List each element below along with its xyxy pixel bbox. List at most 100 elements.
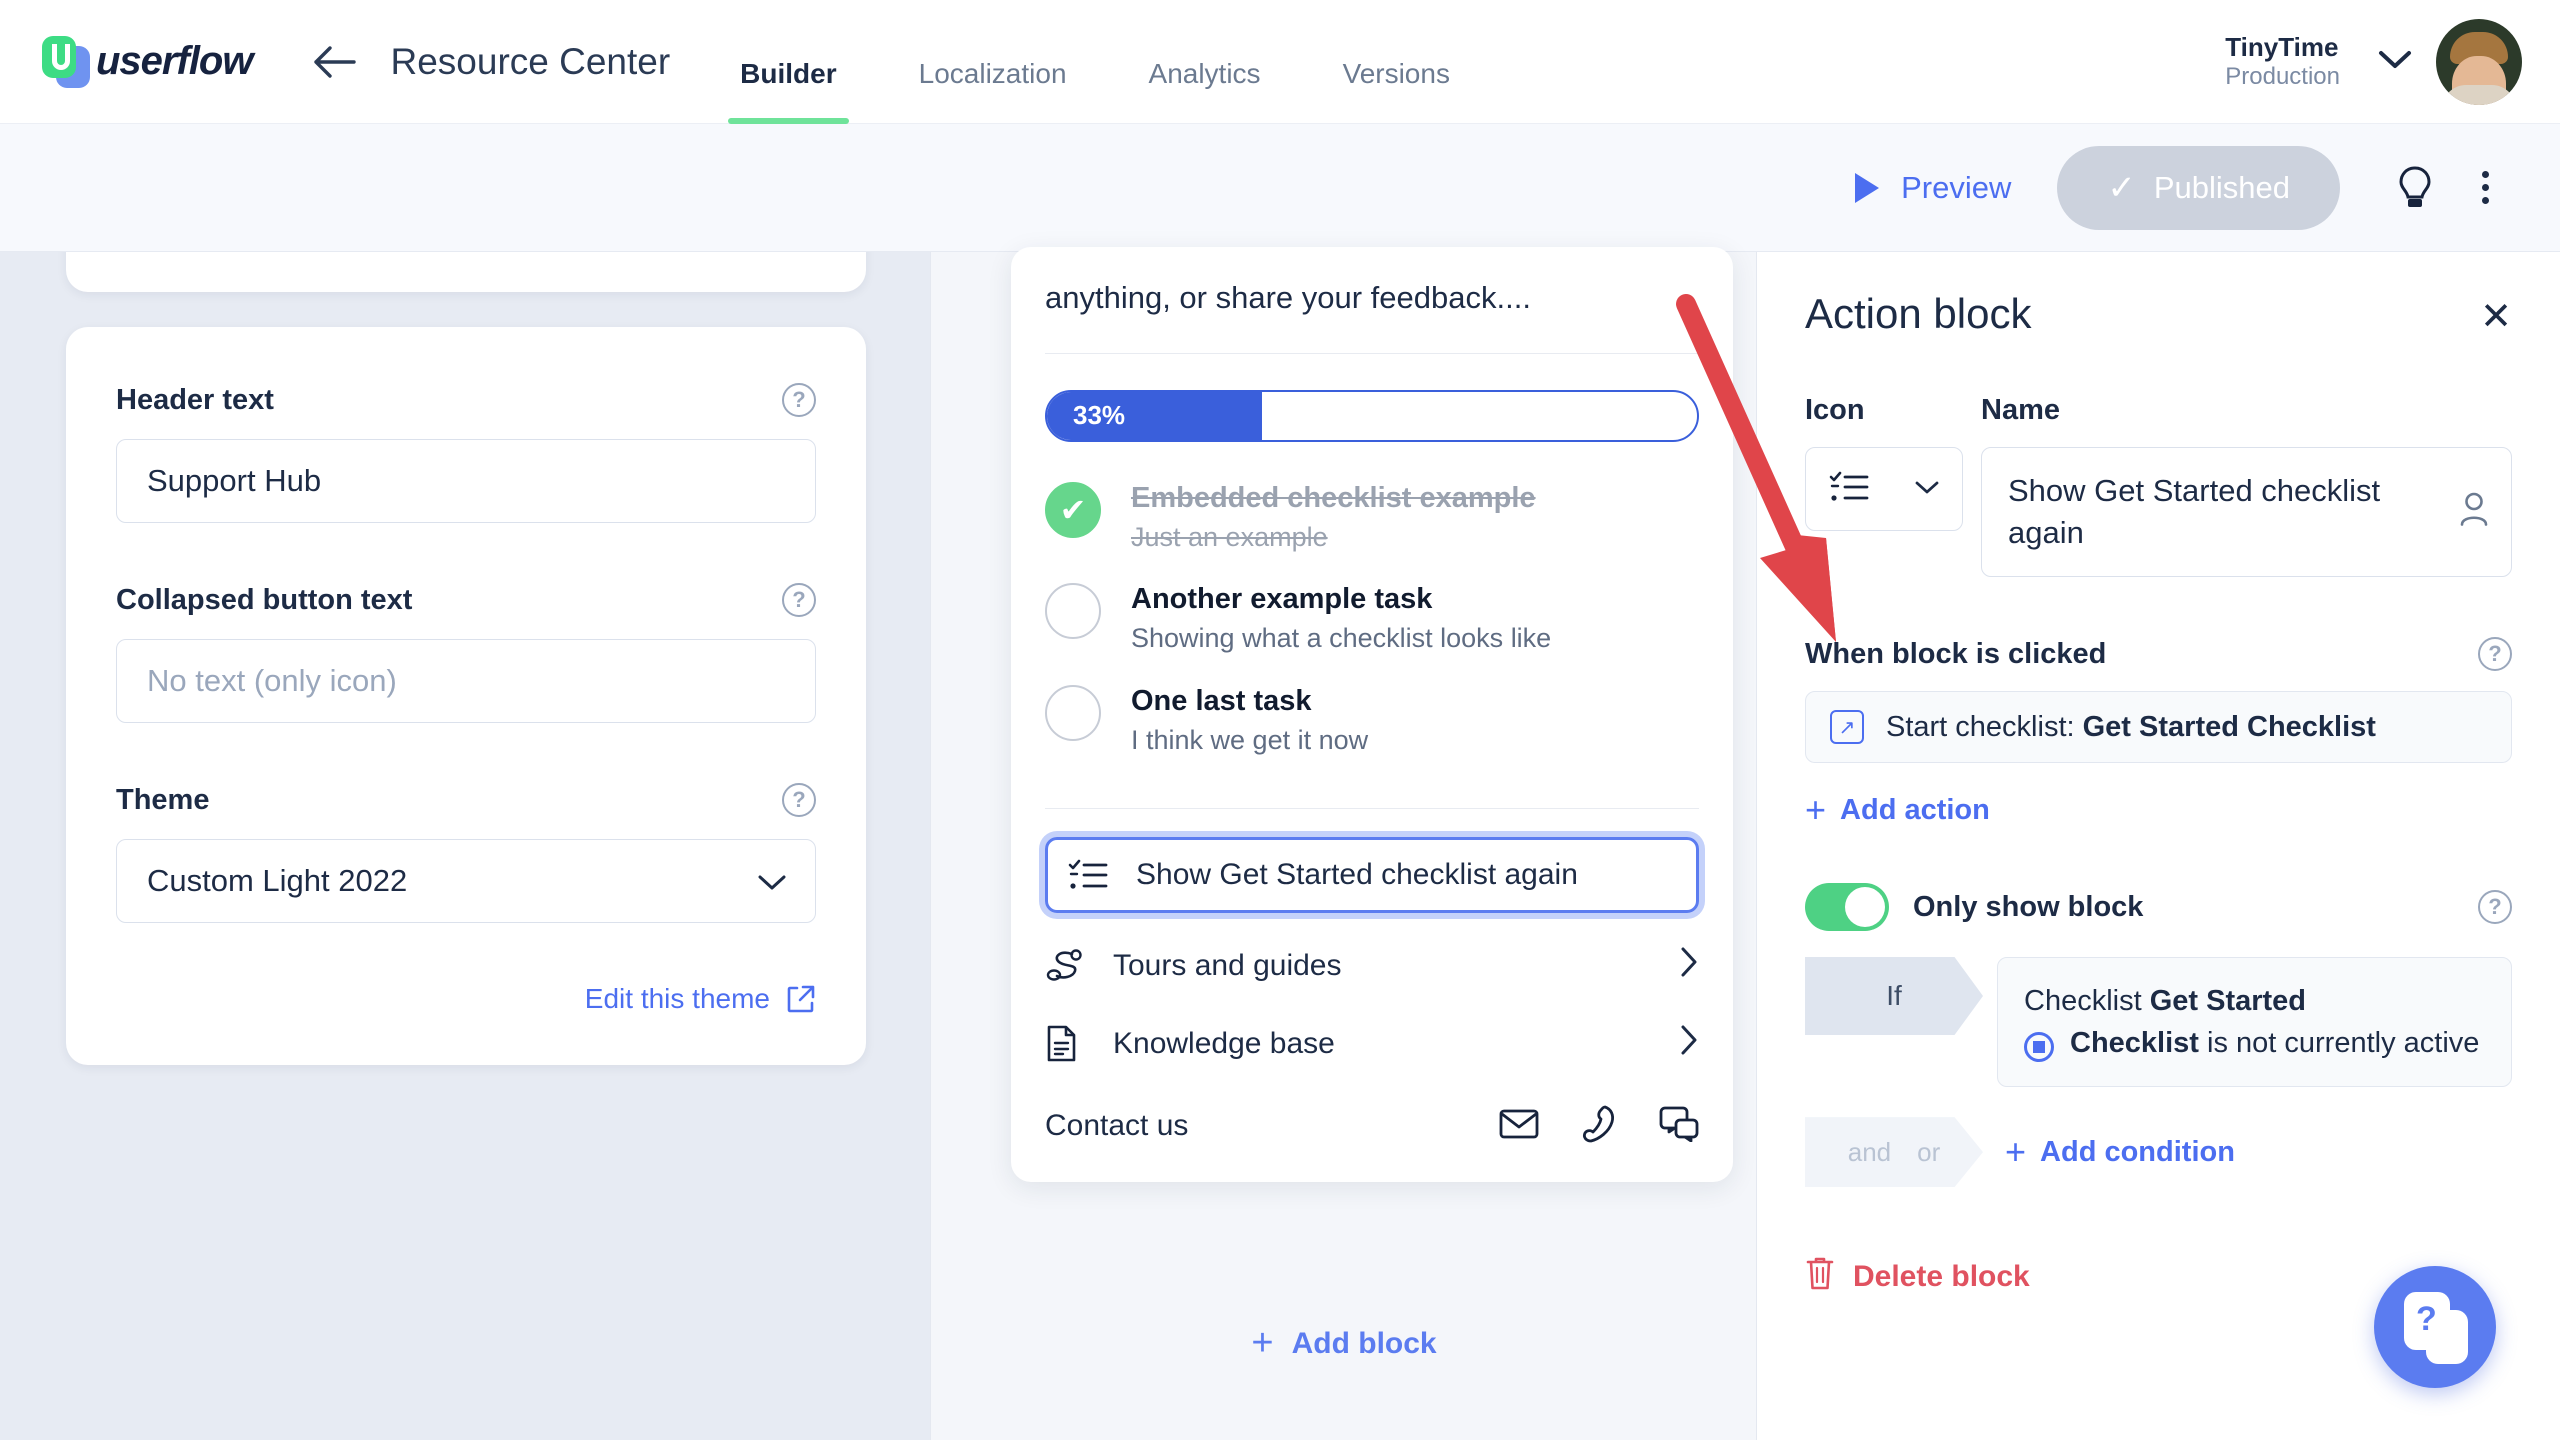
field-label: Theme [116,783,210,816]
panel-title: Action block [1805,290,2032,337]
if-tag: If [1805,957,1983,1035]
phone-icon[interactable] [1581,1105,1617,1148]
tab-versions[interactable]: Versions [1343,0,1450,124]
chevron-down-icon [2378,48,2412,75]
edit-theme-link[interactable]: Edit this theme [116,983,816,1015]
preview-canvas: anything, or share your feedback.... 33%… [930,247,1757,1440]
resource-center-preview: anything, or share your feedback.... 33%… [1011,247,1733,1182]
tab-localization[interactable]: Localization [919,0,1067,124]
kebab-menu-icon[interactable] [2450,153,2520,223]
avatar[interactable] [2436,18,2522,105]
name-field-label: Name [1981,394,2060,426]
progress-percent-label: 33% [1073,400,1126,431]
chat-icon[interactable] [1659,1106,1699,1147]
field-header-text: Header text ? Support Hub [116,383,816,523]
menu-item-knowledge-base[interactable]: Knowledge base [1045,1005,1699,1083]
icon-field-label: Icon [1805,394,1865,426]
preview-button[interactable]: Preview [1855,170,2011,206]
task-subtitle: Showing what a checklist looks like [1131,623,1552,654]
play-icon [1855,172,1880,203]
edit-theme-label: Edit this theme [584,983,770,1014]
action-item-start-checklist[interactable]: ↗ Start checklist: Get Started Checklist [1805,691,2512,763]
close-icon[interactable]: ✕ [2480,298,2512,336]
account-switcher[interactable]: TinyTime Production [2225,32,2412,92]
task-item[interactable]: One last task I think we get it now [1045,683,1699,758]
condition-checklist-name: Get Started [2149,985,2307,1017]
help-icon[interactable]: ? [2478,890,2512,924]
help-icon[interactable]: ? [782,383,816,417]
plus-icon: + [1805,789,1827,830]
condition-checklist-word: Checklist [2070,1027,2199,1060]
help-icon[interactable]: ? [782,583,816,617]
task-item[interactable]: ✔ Embedded checklist example Just an exa… [1045,480,1699,555]
progress-bar-fill: 33% [1047,391,1262,440]
theme-select[interactable]: Custom Light 2022 [116,839,816,923]
action-prefix: Start checklist: [1886,710,2083,743]
user-attribute-icon[interactable] [2459,492,2489,533]
collapsed-button-text-input[interactable]: No text (only icon) [116,639,816,723]
checklist-progress: 33% [1011,354,1733,472]
tab-builder[interactable]: Builder [728,0,850,124]
main-tabs: Builder Localization Analytics Versions [728,0,1532,124]
delete-block-label: Delete block [1853,1260,2030,1294]
account-name: TinyTime [2225,31,2339,62]
task-item[interactable]: Another example task Showing what a chec… [1045,581,1699,656]
checklist-tasks: ✔ Embedded checklist example Just an exa… [1011,472,1733,792]
task-title: Embedded checklist example [1131,481,1536,514]
help-icon[interactable]: ? [2478,637,2512,671]
check-icon: ✓ [2107,168,2136,207]
page-title: Resource Center [390,40,671,82]
preview-intro-text: anything, or share your feedback.... [1045,280,1531,315]
field-theme: Theme ? Custom Light 2022 [116,783,816,923]
progress-bar: 33% [1045,389,1699,442]
theme-select-value: Custom Light 2022 [147,863,408,898]
tab-analytics[interactable]: Analytics [1149,0,1261,124]
add-block-label: Add block [1291,1326,1437,1360]
external-link-icon [787,985,815,1013]
and-option[interactable]: and [1848,1137,1891,1168]
or-option[interactable]: or [1917,1137,1940,1168]
menu-item-tours-and-guides[interactable]: Tours and guides [1045,927,1699,1005]
mail-icon[interactable] [1499,1108,1539,1145]
action-target: Get Started Checklist [2082,710,2376,743]
plus-icon: + [2005,1131,2027,1173]
brand-logo[interactable]: userflow [42,35,253,88]
action-block-panel: Action block ✕ Icon Name Show Get Starte… [1756,252,2560,1440]
help-icon[interactable]: ? [782,783,816,817]
condition-item[interactable]: Checklist Get Started Checklist is not c… [1997,957,2512,1088]
action-name-input[interactable]: Show Get Started checklist again [1981,447,2512,577]
checkbox-unchecked-icon[interactable] [1045,684,1101,741]
menu-item-label: Show Get Started checklist again [1136,857,1578,891]
question-mark-glyph: ? [2416,1300,2437,1338]
action-name-value: Show Get Started checklist again [2008,473,2381,550]
menu-item-label: Knowledge base [1113,1026,1335,1060]
task-subtitle: Just an example [1131,522,1328,553]
field-label: Collapsed button text [116,583,413,616]
add-action-button[interactable]: + Add action [1805,789,2512,831]
userflow-logo-icon [42,35,90,88]
account-environment: Production [2225,62,2340,90]
preview-menu: Show Get Started checklist again Tours a… [1011,809,1733,1083]
settings-card: Header text ? Support Hub Collapsed butt… [66,327,866,1065]
published-button[interactable]: ✓ Published [2057,145,2340,230]
header-text-input[interactable]: Support Hub [116,439,816,523]
radio-selected-icon[interactable] [2024,1032,2054,1063]
menu-item-show-checklist[interactable]: Show Get Started checklist again [1045,836,1699,913]
menu-item-label: Tours and guides [1113,948,1342,982]
only-show-block-toggle[interactable] [1805,883,1889,931]
back-arrow-icon[interactable] [310,38,358,86]
add-condition-button[interactable]: + Add condition [2005,1131,2235,1173]
help-widget-button[interactable]: ? [2374,1266,2496,1388]
task-subtitle: I think we get it now [1131,724,1369,755]
checkbox-unchecked-icon[interactable] [1045,583,1101,640]
chevron-down-icon [757,863,787,899]
task-title: Another example task [1131,583,1433,616]
lightbulb-icon[interactable] [2380,153,2450,223]
trash-icon [1805,1255,1835,1299]
checkbox-checked-icon[interactable]: ✔ [1045,481,1101,538]
builder-toolbar: Preview ✓ Published [0,124,2560,252]
external-link-icon: ↗ [1830,710,1864,744]
icon-select[interactable] [1805,447,1963,531]
add-block-button[interactable]: + Add block [931,1322,1757,1365]
chevron-right-icon [1679,1024,1699,1064]
